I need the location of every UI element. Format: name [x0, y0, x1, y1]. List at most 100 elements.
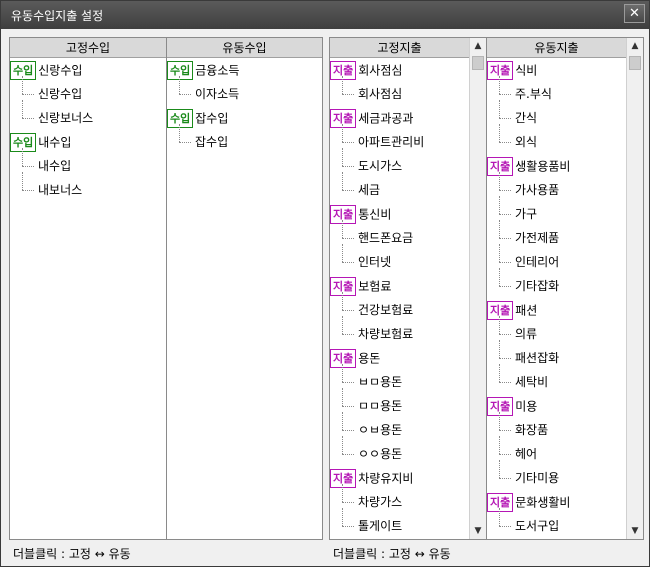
subcategory-label: 건강보험료	[358, 303, 414, 317]
subcategory-node[interactable]: 아파트관리비	[330, 124, 486, 154]
category-node[interactable]: 지출 용돈	[330, 346, 486, 370]
category-node[interactable]: 지출 생활용품비	[487, 154, 643, 178]
category-node[interactable]: 지출 보험료	[330, 274, 486, 298]
subcategory-node[interactable]: 의류	[487, 316, 643, 346]
category-node[interactable]: 지출 패션	[487, 298, 643, 322]
income-badge: 수입	[10, 61, 37, 80]
expense-badge: 지출	[330, 205, 357, 224]
subcategory-label: 기타미용	[515, 471, 560, 485]
expense-badge: 지출	[487, 493, 514, 512]
category-node[interactable]: 수입 금융소득	[167, 58, 322, 82]
subcategory-label: 회사점심	[358, 87, 403, 101]
subcategory-node[interactable]: 건강보험료	[330, 292, 486, 322]
category-node[interactable]: 지출 차량유지비	[330, 466, 486, 490]
expense-badge: 지출	[330, 61, 357, 80]
subcategory-node[interactable]: 차량가스	[330, 484, 486, 514]
scroll-thumb[interactable]	[472, 56, 484, 70]
category-label: 잡수입	[195, 111, 229, 126]
subcategory-label: 핸드폰요금	[358, 231, 414, 245]
subcategory-label: 의류	[515, 327, 538, 341]
scroll-thumb[interactable]	[629, 56, 641, 70]
title-bar[interactable]: 유동수입지출 설정 ✕	[1, 1, 649, 29]
category-node[interactable]: 지출 식비	[487, 58, 643, 82]
variable-income-header[interactable]: 유동수입	[167, 38, 322, 58]
category-label: 용돈	[358, 351, 381, 366]
subcategory-label: 아파트관리비	[358, 135, 425, 149]
category-label: 생활용품비	[515, 159, 571, 174]
category-node[interactable]: 수입 잡수입	[167, 106, 322, 130]
income-badge: 수입	[10, 133, 37, 152]
scroll-up-arrow-icon[interactable]: ▲	[470, 38, 486, 54]
expense-badge: 지출	[330, 349, 357, 368]
window-title: 유동수입지출 설정	[11, 9, 104, 23]
subcategory-node[interactable]: 기타미용	[487, 460, 643, 490]
subcategory-node[interactable]: 신랑보너스	[10, 100, 166, 130]
category-node[interactable]: 지출 문화생활비	[487, 490, 643, 514]
scroll-down-arrow-icon[interactable]: ▼	[627, 523, 643, 539]
subcategory-node[interactable]: 외식	[487, 124, 643, 154]
close-button[interactable]: ✕	[624, 4, 645, 23]
category-node[interactable]: 수입 내수입	[10, 130, 166, 154]
income-panel: 고정수입 수입 신랑수입 신랑수입신랑보너스수입 내수입 내수입 내보너스 유동수입 수입…	[9, 37, 323, 540]
subcategory-node[interactable]: 내수입	[10, 148, 166, 178]
variable-expense-header[interactable]: 유동지출	[487, 38, 626, 58]
subcategory-node[interactable]: 이자소득	[167, 76, 322, 106]
subcategory-node[interactable]: 세금	[330, 172, 486, 202]
subcategory-label: 도시가스	[358, 159, 403, 173]
category-node[interactable]: 지출 세금과공과	[330, 106, 486, 130]
subcategory-node[interactable]: 도시가스	[330, 148, 486, 178]
subcategory-label: 차량가스	[358, 495, 403, 509]
subcategory-node[interactable]: ㅂㅁ용돈	[330, 364, 486, 394]
subcategory-node[interactable]: 헤어	[487, 436, 643, 466]
scroll-down-arrow-icon[interactable]: ▼	[470, 523, 486, 539]
subcategory-label: 헤어	[515, 447, 538, 461]
subcategory-label: ㅇㅇ용돈	[358, 447, 403, 461]
subcategory-label: 신랑보너스	[38, 111, 94, 125]
subcategory-node[interactable]: 톨게이트	[330, 508, 486, 538]
subcategory-node[interactable]: 신랑수입	[10, 76, 166, 106]
subcategory-label: 가구	[515, 207, 538, 221]
subcategory-label: 세금	[358, 183, 381, 197]
subcategory-node[interactable]: ㅇㅂ용돈	[330, 412, 486, 442]
subcategory-node[interactable]: ㅁㅁ용돈	[330, 388, 486, 418]
subcategory-node[interactable]: 회사점심	[330, 76, 486, 106]
subcategory-node[interactable]: 기타잡화	[487, 268, 643, 298]
subcategory-label: 가사용품	[515, 183, 560, 197]
category-label: 문화생활비	[515, 495, 571, 510]
subcategory-node[interactable]: 내보너스	[10, 172, 166, 202]
subcategory-node[interactable]: 주.부식	[487, 76, 643, 106]
category-node[interactable]: 수입 신랑수입	[10, 58, 166, 82]
subcategory-node[interactable]: 가구	[487, 196, 643, 226]
subcategory-node[interactable]: 차량보험료	[330, 316, 486, 346]
subcategory-label: ㅇㅂ용돈	[358, 423, 403, 437]
fixed-expense-header[interactable]: 고정지출	[330, 38, 469, 58]
subcategory-label: ㅂㅁ용돈	[358, 375, 403, 389]
subcategory-label: 화장품	[515, 423, 549, 437]
settings-window: 유동수입지출 설정 ✕ 고정수입 수입 신랑수입 신랑수입신랑보너스수입 내수입 내수입…	[0, 0, 650, 567]
scroll-up-arrow-icon[interactable]: ▲	[627, 38, 643, 54]
subcategory-node[interactable]: 핸드폰요금	[330, 220, 486, 250]
subcategory-node[interactable]: 인테리어	[487, 244, 643, 274]
subcategory-node[interactable]: 화장품	[487, 412, 643, 442]
variable-expense-scrollbar[interactable]: ▲ ▼	[626, 38, 643, 539]
category-node[interactable]: 지출 미용	[487, 394, 643, 418]
subcategory-node[interactable]: ㅇㅇ용돈	[330, 436, 486, 466]
income-footer-hint: 더블클릭 : 고정 ↔ 유동	[13, 547, 131, 561]
subcategory-node[interactable]: 잡수입	[167, 124, 322, 154]
fixed-expense-scrollbar[interactable]: ▲ ▼	[469, 38, 486, 539]
fixed-income-header[interactable]: 고정수입	[10, 38, 166, 58]
subcategory-label: 패션잡화	[515, 351, 560, 365]
subcategory-node[interactable]: 가전제품	[487, 220, 643, 250]
category-node[interactable]: 지출 통신비	[330, 202, 486, 226]
subcategory-node[interactable]: 도서구입	[487, 508, 643, 538]
subcategory-label: 가전제품	[515, 231, 560, 245]
subcategory-node[interactable]: 가사용품	[487, 172, 643, 202]
subcategory-label: 도서구입	[515, 519, 560, 533]
income-badge: 수입	[167, 61, 194, 80]
category-node[interactable]: 지출 회사점심	[330, 58, 486, 82]
subcategory-node[interactable]: 간식	[487, 100, 643, 130]
subcategory-node[interactable]: 세탁비	[487, 364, 643, 394]
subcategory-node[interactable]: 인터넷	[330, 244, 486, 274]
subcategory-node[interactable]: 패션잡화	[487, 340, 643, 370]
expense-badge: 지출	[487, 397, 514, 416]
